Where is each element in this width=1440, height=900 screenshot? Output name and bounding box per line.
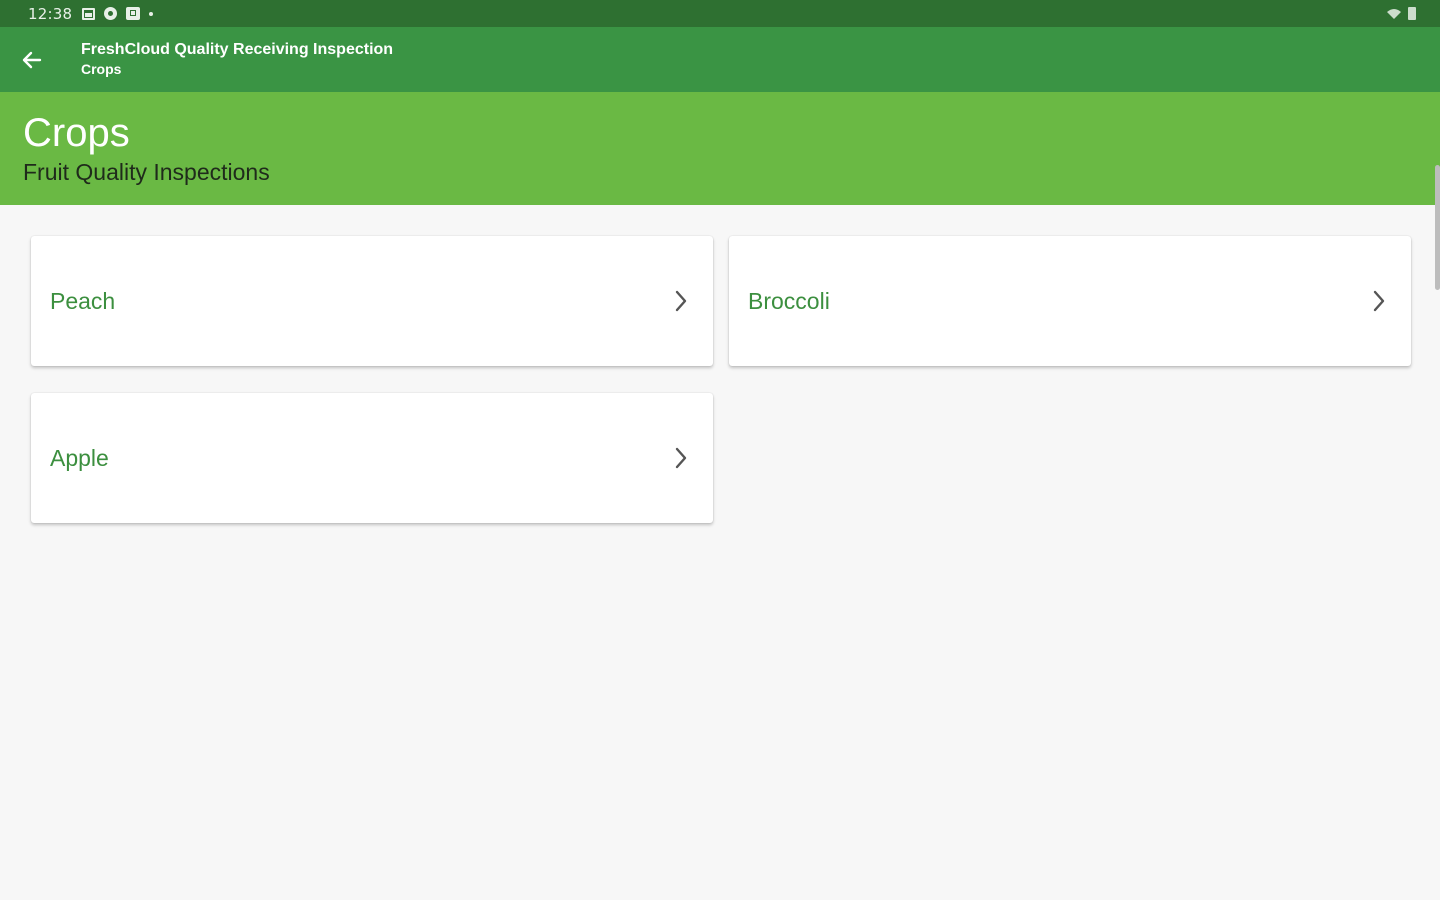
crop-card-label: Broccoli: [748, 287, 830, 314]
crop-card-label: Peach: [50, 287, 116, 314]
status-time: 12:38: [28, 4, 73, 23]
chevron-right-icon: [671, 445, 691, 471]
status-bar: 12:38: [0, 0, 1440, 27]
box-status-icon: [126, 7, 141, 20]
app-subtitle: Crops: [81, 61, 122, 77]
page-subtitle: Fruit Quality Inspections: [23, 159, 270, 185]
page-title: Crops: [23, 111, 130, 155]
dot-icon: [149, 11, 154, 16]
arrow-left-icon: [22, 51, 42, 68]
crop-card-apple[interactable]: Apple: [31, 393, 713, 523]
app-bar: FreshCloud Quality Receiving Inspection …: [0, 27, 1440, 92]
app-bar-titles: FreshCloud Quality Receiving Inspection …: [81, 40, 393, 79]
crop-card-peach[interactable]: Peach: [31, 236, 713, 366]
battery-icon: [1408, 7, 1416, 20]
page-header: Crops Fruit Quality Inspections: [0, 92, 1440, 205]
scrollbar-thumb[interactable]: [1435, 165, 1440, 290]
wifi-icon: [1387, 8, 1401, 19]
status-right-icons: [1386, 7, 1416, 20]
back-button[interactable]: [0, 27, 64, 92]
crop-card-broccoli[interactable]: Broccoli: [729, 236, 1411, 366]
crop-card-label: Apple: [50, 444, 109, 471]
image-icon: [82, 7, 96, 20]
chevron-right-icon: [1369, 288, 1389, 314]
chevron-right-icon: [671, 288, 691, 314]
app-title: FreshCloud Quality Receiving Inspection: [81, 41, 394, 58]
status-left-icons: [82, 7, 154, 20]
circle-status-icon: [104, 7, 118, 20]
